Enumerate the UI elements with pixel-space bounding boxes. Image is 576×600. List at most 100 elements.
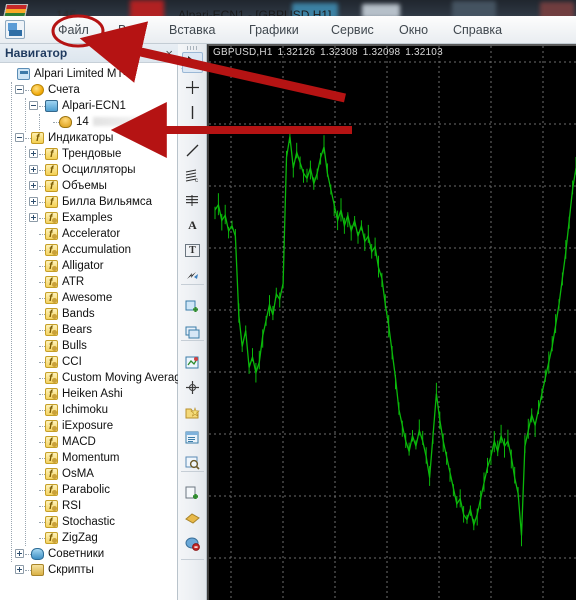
ind-icon <box>45 387 58 403</box>
menu-item-window[interactable]: Окно <box>393 20 434 40</box>
tree-item[interactable]: Скрипты <box>0 562 178 578</box>
tree-item[interactable]: Stochastic <box>0 514 178 531</box>
tree-item-label: Awesome <box>62 292 113 304</box>
arrows-tool[interactable] <box>182 265 203 286</box>
tree-item[interactable]: Советники <box>0 546 178 562</box>
tree-item[interactable]: Parabolic <box>0 482 178 499</box>
ind-icon <box>45 403 58 419</box>
cursor-tool[interactable] <box>182 52 203 73</box>
tree-item[interactable]: Трендовые <box>0 146 178 163</box>
tree-item-label: Счета <box>48 84 80 96</box>
history-button[interactable] <box>182 508 203 529</box>
ind-icon <box>45 371 58 387</box>
tree-item[interactable]: ATR <box>0 274 178 291</box>
expand-icon[interactable] <box>15 549 24 558</box>
expand-icon[interactable] <box>29 197 38 206</box>
text-label-tool[interactable]: T <box>182 240 203 261</box>
tree-item[interactable]: ZigZag <box>0 530 178 547</box>
menu-item-tools[interactable]: Сервис <box>325 20 380 40</box>
tree-item-label: Осцилляторы <box>62 164 136 176</box>
menu-item-charts[interactable]: Графики <box>243 20 305 40</box>
ind-icon <box>45 483 58 499</box>
tree-connector-line <box>25 98 26 132</box>
tree-item-label: OsMA <box>62 468 94 480</box>
tree-item-label: Custom Moving Averag <box>62 372 178 384</box>
data-window-button[interactable] <box>182 452 203 473</box>
tree-item[interactable]: OsMA <box>0 466 178 483</box>
menu-item-help[interactable]: Справка <box>447 20 508 40</box>
tree-item[interactable]: Alpari Limited MT4 <box>0 66 178 82</box>
ind-icon <box>45 307 58 323</box>
tree-item-label: Alpari-ECN1 <box>62 100 126 112</box>
tree-item[interactable]: CCI <box>0 354 178 371</box>
tree-item[interactable]: Heiken Ashi <box>0 386 178 403</box>
ind-icon <box>45 323 58 339</box>
expand-icon[interactable] <box>29 181 38 190</box>
new-chart-button[interactable] <box>182 296 203 317</box>
tree-item[interactable]: 14 <box>0 114 178 130</box>
ind-icon <box>45 515 58 531</box>
ea-icon <box>31 548 44 560</box>
menu-item-view[interactable]: Вид <box>112 20 147 40</box>
tree-item[interactable]: iExposure <box>0 418 178 435</box>
tree-connector-line <box>39 114 40 130</box>
vertical-line-tool[interactable] <box>182 102 203 123</box>
ind-icon <box>45 211 58 227</box>
tree-item[interactable]: Bulls <box>0 338 178 355</box>
tile-windows-button[interactable] <box>182 321 203 342</box>
menu-item-file[interactable]: Файл <box>52 20 95 40</box>
fibonacci-tool[interactable]: c <box>182 165 203 186</box>
crosshair-move-button[interactable] <box>182 377 203 398</box>
fld-icon <box>45 195 58 211</box>
menu-item-insert[interactable]: Вставка <box>163 20 221 40</box>
close-icon[interactable]: × <box>165 45 173 62</box>
tree-item[interactable]: Momentum <box>0 450 178 467</box>
indicators-button[interactable] <box>182 352 203 373</box>
tree-item[interactable]: Билла Вильямса <box>0 194 178 211</box>
ind-icon <box>45 355 58 371</box>
menu-bar: Файл Вид Вставка Графики Сервис Окно Спр… <box>0 16 576 44</box>
chart-area[interactable]: GBPUSD,H1 1.32126 1.32308 1.32098 1.32103 <box>207 44 576 600</box>
tree-item[interactable]: Индикаторы <box>0 130 178 147</box>
new-order-button[interactable] <box>182 483 203 504</box>
tree-item-label: 14 <box>76 116 89 128</box>
tree-item[interactable]: Ichimoku <box>0 402 178 419</box>
chart-symbol: GBPUSD,H1 <box>213 47 273 58</box>
ind-icon <box>45 467 58 483</box>
tree-item[interactable]: Bears <box>0 322 178 339</box>
expand-icon[interactable] <box>29 213 38 222</box>
templates-button[interactable] <box>182 402 203 423</box>
stop-button[interactable] <box>182 533 203 554</box>
tree-item[interactable]: Accelerator <box>0 226 178 243</box>
tree-item[interactable]: MACD <box>0 434 178 451</box>
tree-item[interactable]: Awesome <box>0 290 178 307</box>
collapse-icon[interactable] <box>15 85 24 94</box>
tree-item[interactable]: Объемы <box>0 178 178 195</box>
tree-item-label: Examples <box>62 212 113 224</box>
text-tool[interactable]: A <box>182 215 203 236</box>
toolbar-grip[interactable] <box>187 46 199 50</box>
tree-item[interactable]: Alligator <box>0 258 178 275</box>
expand-icon[interactable] <box>29 165 38 174</box>
tree-item[interactable]: Alpari-ECN1 <box>0 98 178 114</box>
tree-item-label: Объемы <box>62 180 107 192</box>
ind-icon <box>45 435 58 451</box>
expand-icon[interactable] <box>29 149 38 158</box>
app-menu-icon[interactable] <box>5 20 25 39</box>
chart-ohlc-header: GBPUSD,H1 1.32126 1.32308 1.32098 1.32103 <box>213 47 448 58</box>
collapse-icon[interactable] <box>29 101 38 110</box>
trendline-tool[interactable] <box>182 140 203 161</box>
tree-item[interactable]: Accumulation <box>0 242 178 259</box>
tree-item[interactable]: Осцилляторы <box>0 162 178 179</box>
tree-item[interactable]: Bands <box>0 306 178 323</box>
tree-item[interactable]: Custom Moving Averag <box>0 370 178 387</box>
properties-button[interactable] <box>182 427 203 448</box>
tree-item[interactable]: RSI <box>0 498 178 515</box>
equidistant-channel-tool[interactable] <box>182 190 203 211</box>
ind-icon <box>45 259 58 275</box>
crosshair-tool[interactable] <box>182 77 203 98</box>
tree-item[interactable]: Examples <box>0 210 178 227</box>
collapse-icon[interactable] <box>15 133 24 142</box>
tree-item[interactable]: Счета <box>0 82 178 98</box>
expand-icon[interactable] <box>15 565 24 574</box>
